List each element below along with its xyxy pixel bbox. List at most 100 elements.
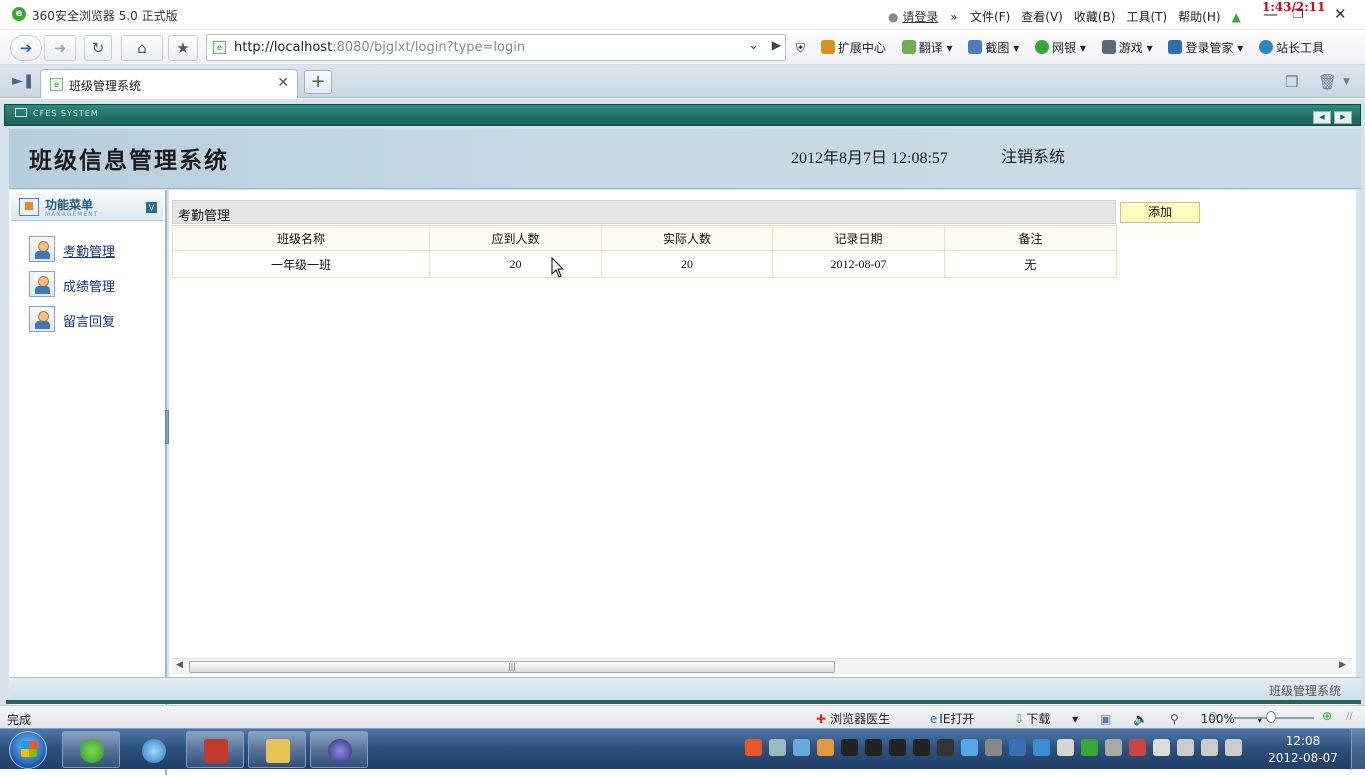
browser-doctor-button[interactable]: ✚ 浏览器医生	[816, 712, 908, 726]
sidebar-item-label[interactable]: 成绩管理	[63, 276, 115, 295]
scroll-right-icon[interactable]: ▶	[1339, 660, 1346, 670]
folder-icon	[266, 739, 290, 763]
url-text[interactable]: http://localhost:8080/bjglxt/login?type=…	[234, 40, 525, 55]
status-text: 完成	[7, 713, 32, 727]
qq-icon[interactable]	[817, 739, 834, 756]
menu-help[interactable]: 帮助(H)	[1178, 10, 1220, 24]
flag-icon[interactable]	[1153, 739, 1170, 756]
tray-app-icon[interactable]	[985, 739, 1002, 756]
arrow-right-icon[interactable]: ▶	[1334, 111, 1352, 124]
close-tab-icon[interactable]: ✕	[277, 75, 289, 91]
add-button[interactable]: 添加	[1120, 202, 1200, 223]
ie-open-button[interactable]: e IE打开	[930, 712, 993, 726]
tool-extensions[interactable]: 扩展中心	[820, 40, 886, 55]
taskbar-toolbox[interactable]	[186, 731, 244, 768]
scrollbar-thumb[interactable]: |||	[189, 661, 835, 673]
qq-icon[interactable]	[841, 739, 858, 756]
skin-icon[interactable]: ▲	[1232, 10, 1241, 24]
taskbar-360-browser[interactable]	[62, 731, 120, 768]
login-label[interactable]: 请登录	[902, 10, 938, 24]
tray-app-icon[interactable]	[1177, 739, 1194, 756]
taskbar-explorer[interactable]	[248, 731, 306, 768]
sidebar-toggle-icon[interactable]: ►❚	[12, 73, 35, 89]
ie-icon: e	[929, 712, 938, 726]
download-button[interactable]: ⇩ 下载 ▾	[1014, 712, 1078, 726]
restore-icon[interactable]: ❐	[1293, 7, 1304, 21]
menu-tools[interactable]: 工具(T)	[1126, 10, 1167, 24]
start-button[interactable]	[9, 731, 47, 769]
new-tab-button[interactable]: +	[304, 70, 332, 94]
qq-icon[interactable]	[889, 739, 906, 756]
menu-favorites[interactable]: 收藏(B)	[1074, 10, 1116, 24]
taskbar-eclipse[interactable]	[310, 731, 368, 768]
tool-translate[interactable]: 翻译 ▾	[901, 40, 953, 55]
sidebar-item-label[interactable]: 考勤管理	[63, 241, 115, 260]
forward-button[interactable]: ➜	[44, 35, 76, 61]
back-button[interactable]: ➔	[10, 35, 42, 61]
tray-app-icon[interactable]	[1105, 739, 1122, 756]
table-header-row: 班级名称 应到人数 实际人数 记录日期 备注	[172, 225, 1117, 251]
menu-file[interactable]: 文件(F)	[970, 10, 1010, 24]
user-icon	[29, 306, 55, 332]
tool-login-manager[interactable]: 登录管家 ▾	[1168, 40, 1243, 55]
network-icon[interactable]	[1201, 739, 1218, 756]
refresh-button[interactable]: ↻	[84, 35, 112, 61]
tray-app-icon[interactable]	[769, 739, 786, 756]
shield-icon[interactable]	[1033, 739, 1050, 756]
login-link[interactable]: ● 请登录 »	[888, 8, 958, 25]
sidebar-item-grades[interactable]: 成绩管理	[29, 271, 159, 297]
taskbar-clock[interactable]: 12:08 2012-08-07	[1268, 733, 1338, 767]
volume-icon[interactable]	[1225, 739, 1242, 756]
chevron-down-icon[interactable]: ⌄	[748, 38, 759, 53]
logout-link[interactable]: 注销系统	[1001, 143, 1065, 167]
qq-icon[interactable]	[913, 739, 930, 756]
favorite-star-button[interactable]: ★	[168, 35, 198, 61]
app-header-bar: CFES SYSTEM ◀ ▶	[4, 104, 1361, 126]
zoom-out-icon[interactable]: ⊖	[1208, 709, 1218, 723]
tray-app-icon[interactable]	[937, 739, 954, 756]
volume-icon[interactable]: 🔈	[1133, 712, 1148, 726]
sidebar-item-messages[interactable]: 留言回复	[29, 306, 159, 332]
go-icon[interactable]: ▶	[772, 38, 781, 52]
chevron-down-icon[interactable]: ▼	[1343, 77, 1350, 87]
sidebar-item-attendance[interactable]: 考勤管理	[29, 236, 159, 262]
sidebar-item-label[interactable]: 留言回复	[63, 311, 115, 330]
navigation-toolbar: ➔ ➜ ↻ ⌂ ★ e http://localhost:8080/bjglxt…	[0, 31, 1365, 65]
tray-app-icon[interactable]	[1009, 739, 1026, 756]
tab-restore-icon[interactable]: ❐	[1285, 73, 1298, 91]
close-window-icon[interactable]: ✕	[1334, 5, 1347, 23]
qq-icon[interactable]	[865, 739, 882, 756]
tray-app-icon[interactable]	[1129, 739, 1146, 756]
zoom-in-icon[interactable]: ⊕	[1322, 709, 1332, 723]
home-button[interactable]: ⌂	[121, 35, 163, 61]
show-desktop-button[interactable]	[1351, 729, 1365, 770]
sogou-icon[interactable]	[745, 739, 762, 756]
tool-screenshot[interactable]: 截图 ▾	[968, 40, 1019, 55]
shield-icon[interactable]: ⛨	[796, 41, 805, 55]
tray-app-icon[interactable]	[793, 739, 810, 756]
resize-grip-icon[interactable]: ∕∕	[1346, 711, 1353, 722]
extension-toolbar: ⛨ 扩展中心 翻译 ▾ 截图 ▾ 网银 ▾ 游戏 ▾ 登录管家 ▾ 站长工具	[796, 39, 1336, 56]
tool-games[interactable]: 游戏 ▾	[1101, 40, 1153, 55]
horizontal-scrollbar[interactable]: ◀ ||| ▶	[172, 658, 1352, 674]
current-datetime: 2012年8月7日 12:08:57	[791, 150, 948, 167]
collapse-icon[interactable]: ⋁	[146, 202, 157, 213]
refresh-icon[interactable]	[1081, 739, 1098, 756]
cell-actual-count: 20	[601, 250, 773, 278]
minimize-icon[interactable]: —	[1263, 5, 1278, 23]
tray-app-icon[interactable]	[961, 739, 978, 756]
tab-class-management[interactable]: e 班级管理系统 ✕	[40, 69, 298, 98]
tray-app-icon[interactable]	[1057, 739, 1074, 756]
tool-banking[interactable]: 网银 ▾	[1035, 40, 1086, 55]
tool-webmaster[interactable]: 站长工具	[1259, 40, 1324, 55]
column-header: 备注	[944, 225, 1117, 251]
taskbar-ie[interactable]	[124, 731, 182, 768]
menu-view[interactable]: 查看(V)	[1021, 10, 1063, 24]
trash-icon[interactable]: 🗑	[1318, 73, 1337, 91]
address-bar[interactable]: e http://localhost:8080/bjglxt/login?typ…	[206, 34, 786, 61]
table-row[interactable]: 一年级一班 20 20 2012-08-07 无	[172, 250, 1117, 278]
window-icon[interactable]: ▣	[1100, 712, 1111, 726]
scroll-left-icon[interactable]: ◀	[176, 660, 183, 670]
arrow-left-icon[interactable]: ◀	[1313, 111, 1331, 124]
zoom-slider-knob[interactable]	[1266, 711, 1276, 723]
